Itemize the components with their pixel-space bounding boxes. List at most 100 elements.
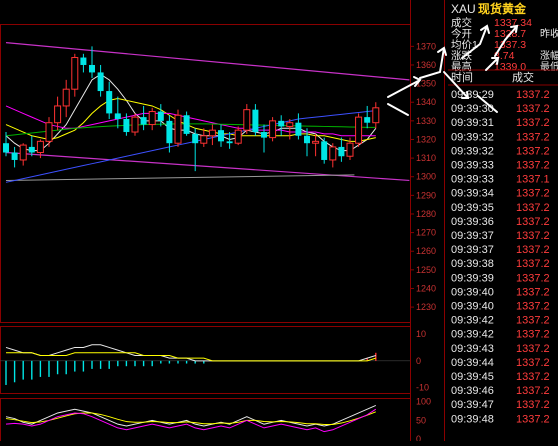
tick-time: 09:39:42 [451, 315, 494, 327]
tick-time: 09:39:38 [451, 258, 494, 270]
candle-body-down[interactable] [114, 113, 121, 119]
kdj-tick-label: 50 [416, 415, 426, 425]
candle-body-down[interactable] [3, 143, 9, 153]
quote-extra-label: 最低 [540, 60, 558, 73]
tick-price: 1337.2 [516, 103, 550, 115]
tick-time: 09:39:29 [451, 89, 494, 101]
chart-canvas: 1230 1240 1250 1260 1270 1280 1290 1300 1310 1320… [0, 0, 558, 444]
price-tick-label: 1310 [416, 153, 436, 163]
trading-terminal: 1230 1240 1250 1260 1270 1280 1290 1300 1310 1320… [0, 0, 558, 444]
tick-price: 1337.2 [516, 244, 550, 256]
candle-body-down[interactable] [123, 118, 130, 133]
tick-price: 1337.2 [516, 230, 550, 242]
tick-time: 09:39:31 [451, 117, 494, 129]
tick-price: 1337.2 [516, 329, 550, 341]
quote-extra-label: 昨收 [540, 27, 558, 40]
tick-price: 1337.2 [516, 160, 550, 172]
candle-body-down[interactable] [338, 146, 345, 157]
candle-body-down[interactable] [304, 135, 310, 144]
tick-price: 1337.2 [516, 272, 550, 284]
tick-price: 1337.2 [516, 357, 550, 369]
candle-body-down[interactable] [97, 72, 104, 92]
candle-body-up[interactable] [372, 107, 380, 124]
candle-body-down[interactable] [192, 133, 199, 144]
tick-price: 1337.2 [516, 286, 550, 298]
tick-time: 09:39:40 [451, 301, 494, 313]
tick-time: 09:39:40 [451, 286, 494, 298]
tick-time: 09:39:46 [451, 385, 494, 397]
tick-time: 09:39:39 [451, 272, 494, 284]
candle-body-down[interactable] [80, 57, 87, 65]
macd-tick-label: 10 [416, 329, 426, 339]
tick-time: 09:39:33 [451, 174, 494, 186]
tick-price: 1337.2 [516, 371, 550, 383]
price-tick-label: 1360 [416, 60, 436, 70]
tick-time: 09:39:48 [451, 413, 494, 425]
kdj-tick-label: 100 [416, 397, 431, 407]
tick-time: 09:39:47 [451, 399, 494, 411]
candle-body-up[interactable] [36, 140, 44, 154]
candle-body-down[interactable] [278, 120, 285, 127]
tick-time: 09:39:44 [451, 357, 494, 369]
candle-body-up[interactable] [200, 135, 208, 144]
price-tick-label: 1320 [416, 134, 436, 144]
price-tick-label: 1330 [416, 116, 436, 126]
candle-body-down[interactable] [226, 141, 233, 144]
candle-body-down[interactable] [364, 117, 371, 123]
candle-body-down[interactable] [321, 141, 328, 160]
candle-body-up[interactable] [148, 111, 156, 126]
quote-extra-label: 涨幅 [540, 49, 558, 62]
candle-body-up[interactable] [312, 140, 320, 144]
candle-body-up[interactable] [243, 109, 251, 131]
candle-body-down[interactable] [166, 120, 173, 144]
tick-price: 1337.2 [516, 343, 550, 355]
candle-body-up[interactable] [234, 129, 242, 144]
candle-body-up[interactable] [54, 105, 62, 124]
candle-body-up[interactable] [329, 146, 337, 161]
macd-tick-label: 0 [416, 356, 421, 366]
tick-price: 1337.2 [516, 131, 550, 143]
candle-body-up[interactable] [19, 144, 27, 161]
tick-time: 09:39:37 [451, 230, 494, 242]
candle-body-up[interactable] [346, 142, 354, 157]
candle-body-up[interactable] [71, 57, 79, 90]
candle-body-down[interactable] [140, 117, 147, 125]
macd-tick-label: -10 [416, 383, 429, 393]
price-tick-label: 1280 [416, 209, 436, 219]
price-tick-label: 1340 [416, 97, 436, 107]
candle-body-up[interactable] [208, 129, 216, 137]
tick-time: 09:39:33 [451, 160, 494, 172]
tick-price: 1337.2 [516, 315, 550, 327]
candle-body-up[interactable] [131, 116, 139, 133]
candle-body-down[interactable] [11, 152, 18, 160]
tick-price: 1337.2 [516, 117, 550, 129]
candle-body-up[interactable] [286, 122, 294, 127]
tick-price: 1337.2 [516, 385, 550, 397]
tick-time: 09:39:45 [451, 371, 494, 383]
candle-body-up[interactable] [62, 88, 70, 107]
candle-body-down[interactable] [218, 130, 224, 142]
candle-body-up[interactable] [269, 120, 277, 139]
tick-time: 09:39:37 [451, 244, 494, 256]
tick-time: 09:39:34 [451, 188, 494, 200]
tick-price: 1337.2 [516, 258, 550, 270]
tick-price: 1337.1 [516, 174, 550, 186]
tick-time: 09:39:42 [451, 329, 494, 341]
candle-body-down[interactable] [157, 111, 164, 121]
candle-body-down[interactable] [89, 64, 95, 73]
candle-body-down[interactable] [252, 109, 259, 133]
candle-body-down[interactable] [261, 132, 267, 138]
candle-body-up[interactable] [174, 114, 182, 144]
candle-body-down[interactable] [295, 122, 302, 136]
price-tick-label: 1260 [416, 246, 436, 256]
candle-body-up[interactable] [355, 116, 363, 144]
tick-price: 1337.2 [516, 399, 550, 411]
price-tick-label: 1370 [416, 41, 436, 51]
tick-header-price: 成交 [512, 70, 534, 84]
candle-body-up[interactable] [45, 122, 53, 142]
candle-body-down[interactable] [106, 91, 113, 114]
candle-body-down[interactable] [183, 115, 190, 134]
candle-body-down[interactable] [28, 146, 35, 153]
tick-time: 09:39:32 [451, 145, 494, 157]
symbol-code: XAU [451, 2, 476, 16]
